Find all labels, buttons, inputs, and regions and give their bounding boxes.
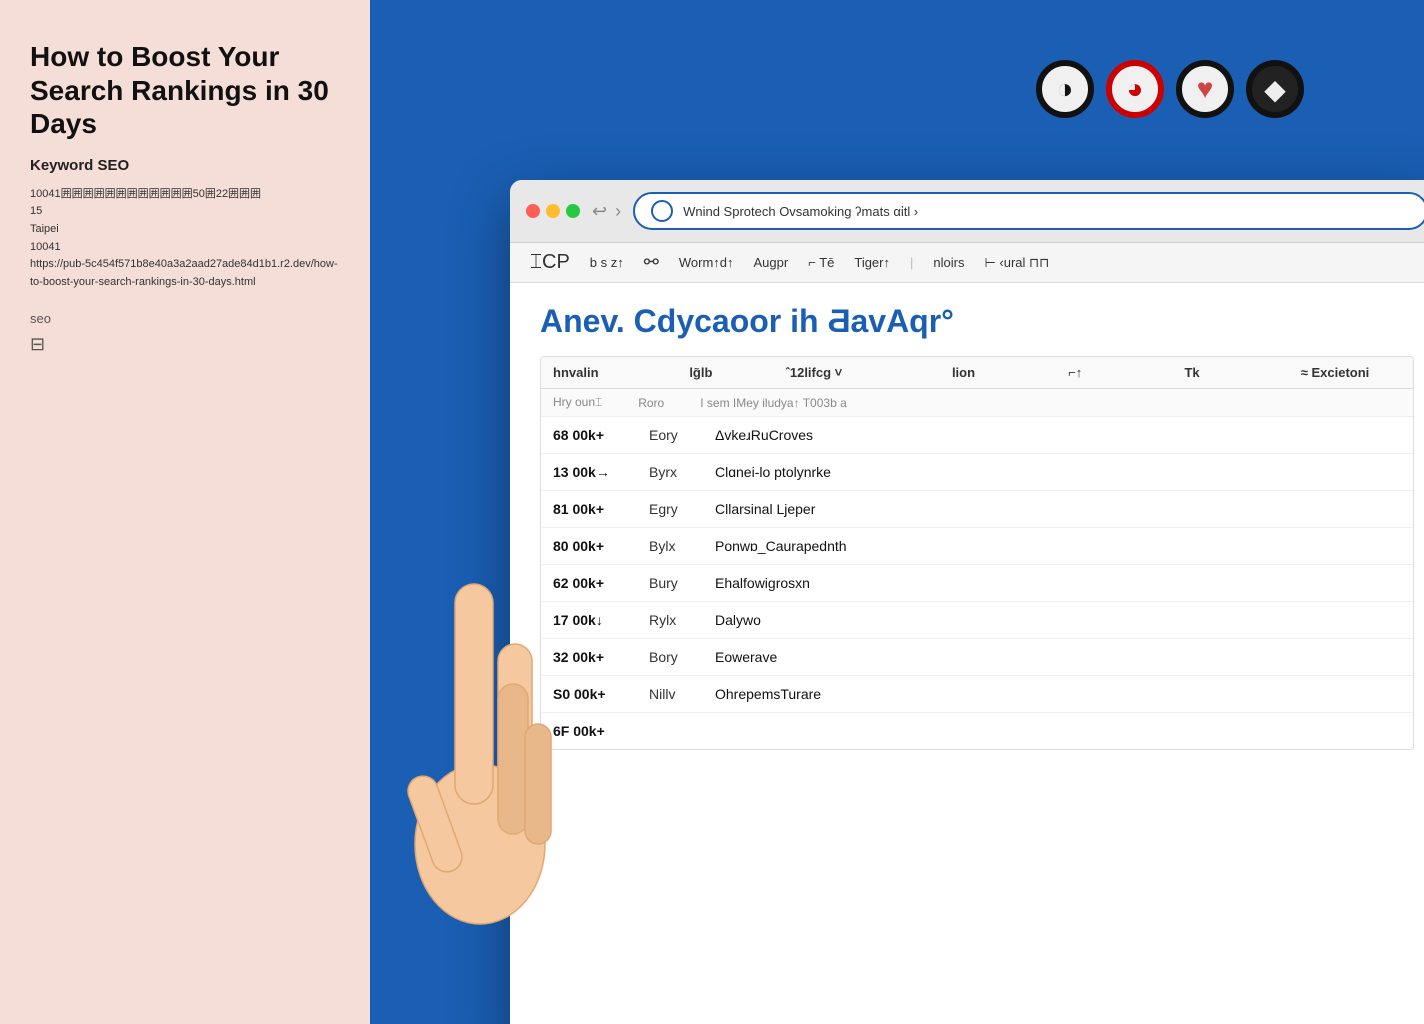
table-row[interactable]: 13 00k→ Byrx Clɑnei-lo ptolynrke [541, 454, 1413, 491]
subheader-cell-1: Hry oun⌶ [553, 395, 602, 410]
close-button[interactable] [526, 204, 540, 218]
col-header-6[interactable]: Tk [1184, 365, 1284, 380]
worn-ji-item[interactable]: Worm↑d↑ [679, 255, 734, 270]
deco-icon-1: ◑ [1036, 60, 1094, 118]
toolbar-item-1[interactable]: ⌶CP [530, 251, 570, 274]
subheader-cell-3: I sem IMey iludya↑ T003b a [700, 396, 847, 410]
minimize-button[interactable] [546, 204, 560, 218]
browser-content: Anev. Cdycaoor ih ƋavAqr° hnvalin lg̃lb … [510, 283, 1424, 1024]
volume-cell: 6F 00k+ [553, 723, 633, 739]
keyword-cell: OhrepemsTurare [715, 686, 1401, 702]
keyword-cell: Eowerave [715, 649, 1401, 665]
col-header-1[interactable]: hnvalin [553, 365, 673, 380]
back-button[interactable]: ↩ [592, 201, 607, 222]
kd-cell: Bory [649, 649, 699, 665]
keyword-cell: Cllarsinal Ljeper [715, 501, 1401, 517]
table-row[interactable]: 81 00k+ Egry Cllarsinal Ljeper [541, 491, 1413, 528]
kd-cell: Eory [649, 427, 699, 443]
table-row[interactable]: 62 00k+ Bury Ehalfowigrosxn [541, 565, 1413, 602]
volume-cell: 62 00k+ [553, 575, 633, 591]
keyword-cell: Dalywo [715, 612, 1401, 628]
col-header-5[interactable]: ⌐↑ [1068, 365, 1168, 380]
browser-chrome: ↩ › Wnind Sprotech Ovsamoking ʔmats αἰtl… [510, 180, 1424, 243]
toolbar-item-3[interactable]: ⚯ [644, 252, 659, 273]
meta-line3: Taipei [30, 223, 59, 235]
volume-cell: 17 00k↓ [553, 612, 633, 628]
toolbar-item-aural[interactable]: ⊢ ‹ural ⊓⊓ [984, 255, 1049, 271]
deco-icon-4: ◆ [1246, 60, 1304, 118]
volume-cell: 32 00k+ [553, 649, 633, 665]
sidebar-tag-icon: ⊟ [30, 334, 340, 355]
sidebar-meta: 10041囲囲囲囲囲囲囲囲囲囲囲囲50囲22囲囲囲 15 Taipei 1004… [30, 186, 340, 292]
table-row[interactable]: 32 00k+ Bory Eowerave [541, 639, 1413, 676]
forward-button[interactable]: › [615, 201, 621, 222]
address-circle-icon [651, 200, 673, 222]
toolbar-item-2[interactable]: b s z↑ [590, 255, 624, 270]
kd-cell: Bury [649, 575, 699, 591]
table-row[interactable]: 17 00k↓ Rylx Dalywo [541, 602, 1413, 639]
sidebar: How to Boost Your Search Rankings in 30 … [0, 0, 370, 1024]
subheader-cell-2: Roro [638, 396, 664, 410]
volume-cell: S0 00k+ [553, 686, 633, 702]
sidebar-title: How to Boost Your Search Rankings in 30 … [30, 40, 340, 141]
table-header-row: hnvalin lg̃lb ˆ12lifcg ˅ lion ⌐↑ Tk ≈ Ex… [541, 357, 1413, 389]
col-header-2[interactable]: lg̃lb [689, 365, 769, 380]
address-text: Wnind Sprotech Ovsamoking ʔmats αἰtl › [683, 204, 918, 219]
data-table: hnvalin lg̃lb ˆ12lifcg ˅ lion ⌐↑ Tk ≈ Ex… [540, 356, 1414, 750]
meta-line2: 15 [30, 205, 42, 217]
kd-cell: Bylx [649, 538, 699, 554]
toolbar-divider: | [910, 255, 913, 270]
sidebar-tag: seo [30, 311, 340, 326]
meta-url: https://pub-5c454f571b8e40a3a2aad27ade84… [30, 258, 338, 288]
keyword-cell: Ponwɒ_Caurapednth [715, 538, 1401, 554]
browser-window: ↩ › Wnind Sprotech Ovsamoking ʔmats αἰtl… [510, 180, 1424, 1024]
kd-cell: Egry [649, 501, 699, 517]
deco-icon-2: ◕ [1106, 60, 1164, 118]
main-area: ◑ ◕ ♥ ◆ ↩ › Wnind Sprotech Ovsa [370, 0, 1424, 1024]
maximize-button[interactable] [566, 204, 580, 218]
table-subheader: Hry oun⌶ Roro I sem IMey iludya↑ T003b a [541, 389, 1413, 417]
kd-cell: Nillv [649, 686, 699, 702]
volume-cell: 68 00k+ [553, 427, 633, 443]
browser-toolbar: ⌶CP b s z↑ ⚯ Worm↑d↑ Augpr ⌐ Tē Tiger↑ |… [510, 243, 1424, 283]
col-header-4[interactable]: lion [952, 365, 1052, 380]
col-header-7[interactable]: ≈ Excietoni [1301, 365, 1401, 380]
toolbar-item-nloirs[interactable]: nloirs [933, 255, 964, 270]
toolbar-item-tiger[interactable]: Tiger↑ [854, 255, 890, 270]
toolbar-item-augpr[interactable]: Augpr [754, 255, 789, 270]
meta-line4: 10041 [30, 241, 61, 253]
keyword-cell: Ehalfowigrosxn [715, 575, 1401, 591]
volume-cell: 80 00k+ [553, 538, 633, 554]
deco-icon-3: ♥ [1176, 60, 1234, 118]
volume-cell: 13 00k→ [553, 464, 633, 480]
browser-nav: ↩ › [592, 201, 621, 222]
keyword-cell: ΔvkеɹRuCroves [715, 427, 1401, 443]
table-row[interactable]: 68 00k+ Eory ΔvkеɹRuCroves [541, 417, 1413, 454]
table-row[interactable]: S0 00k+ Nillv OhrepemsTurare [541, 676, 1413, 713]
keyword-cell: Clɑnei-lo ptolynrke [715, 464, 1401, 480]
sidebar-subtitle: Keyword SEO [30, 157, 340, 174]
address-bar[interactable]: Wnind Sprotech Ovsamoking ʔmats αἰtl › [633, 192, 1424, 230]
col-header-3[interactable]: ˆ12lifcg ˅ [786, 365, 936, 380]
meta-line1: 10041囲囲囲囲囲囲囲囲囲囲囲囲50囲22囲囲囲 [30, 188, 261, 200]
traffic-lights [526, 204, 580, 218]
volume-cell: 81 00k+ [553, 501, 633, 517]
table-row[interactable]: 80 00k+ Bylx Ponwɒ_Caurapednth [541, 528, 1413, 565]
kd-cell: Byrx [649, 464, 699, 480]
kd-cell: Rylx [649, 612, 699, 628]
top-icons: ◑ ◕ ♥ ◆ [1036, 60, 1304, 118]
table-row[interactable]: 6F 00k+ [541, 713, 1413, 749]
to-item[interactable]: ⌐ Tē [808, 255, 834, 270]
page-header: Anev. Cdycaoor ih ƋavAqr° [540, 303, 1414, 340]
